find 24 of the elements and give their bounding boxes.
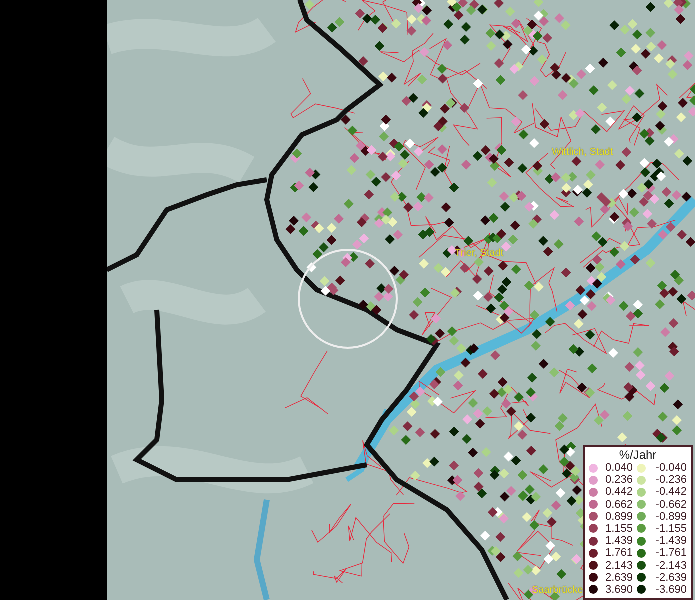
legend-value: -3.690: [654, 584, 687, 596]
legend-value: -0.662: [654, 498, 687, 511]
legend-value: 1.761: [604, 547, 633, 560]
legend-value: -0.442: [654, 486, 687, 498]
legend-value: 0.040: [604, 462, 633, 474]
legend-value: 2.143: [604, 560, 633, 572]
legend-value: 3.690: [604, 584, 633, 596]
legend-value: 1.439: [604, 535, 633, 548]
legend-value: -1.761: [654, 547, 687, 560]
legend-title: %/Jahr: [619, 448, 657, 462]
legend-value: 2.639: [604, 572, 633, 584]
legend-value: -0.040: [654, 462, 687, 474]
legend-value: 1.155: [604, 522, 633, 535]
legend-value: -2.143: [654, 560, 687, 572]
legend-value: -2.639: [654, 572, 687, 584]
legend-value: -1.439: [654, 535, 687, 548]
legend-value: -0.236: [654, 474, 687, 486]
legend-value: -0.899: [654, 510, 687, 523]
place-label: Saarbrücke: [532, 585, 584, 596]
legend-value: 0.899: [604, 510, 633, 523]
legend-value: 0.662: [604, 498, 633, 511]
legend-value: 0.442: [604, 486, 633, 498]
legend-value: -1.155: [654, 522, 687, 535]
legend-value: 0.236: [604, 474, 633, 486]
